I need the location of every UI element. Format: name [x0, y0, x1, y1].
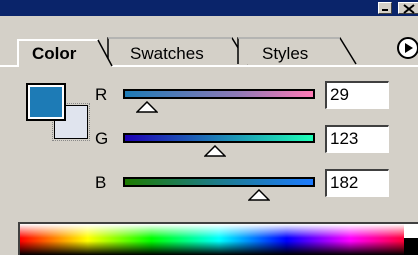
- panel-menu-button[interactable]: [397, 37, 418, 59]
- tab-swatches[interactable]: Swatches: [130, 44, 204, 64]
- spectrum-shade: [20, 224, 418, 255]
- slider-r[interactable]: [123, 89, 315, 99]
- close-icon: [403, 4, 415, 14]
- minimize-button[interactable]: [378, 2, 392, 14]
- slider-thumb-r[interactable]: [136, 101, 158, 113]
- slider-b[interactable]: [123, 177, 315, 187]
- triangle-right-icon: [405, 43, 413, 53]
- panel-titlebar: [0, 0, 418, 16]
- spectrum-white-swatch[interactable]: [404, 224, 418, 238]
- value-field-b[interactable]: 182: [325, 169, 389, 197]
- channel-label-r: R: [95, 85, 108, 104]
- value-field-r[interactable]: 29: [325, 81, 389, 109]
- tab-color[interactable]: Color: [32, 44, 76, 64]
- foreground-color-swatch[interactable]: [26, 83, 66, 121]
- slider-thumb-b[interactable]: [248, 189, 270, 201]
- tab-strip: Color Swatches Styles: [0, 16, 418, 68]
- channel-label-b: B: [95, 173, 107, 192]
- slider-g[interactable]: [123, 133, 315, 143]
- close-button[interactable]: [398, 2, 418, 14]
- channel-label-g: G: [95, 129, 109, 148]
- value-field-g[interactable]: 123: [325, 125, 389, 153]
- spectrum-black-swatch[interactable]: [404, 238, 418, 255]
- tab-styles[interactable]: Styles: [262, 44, 308, 64]
- slider-thumb-g[interactable]: [204, 145, 226, 157]
- color-spectrum-bar[interactable]: [18, 222, 418, 255]
